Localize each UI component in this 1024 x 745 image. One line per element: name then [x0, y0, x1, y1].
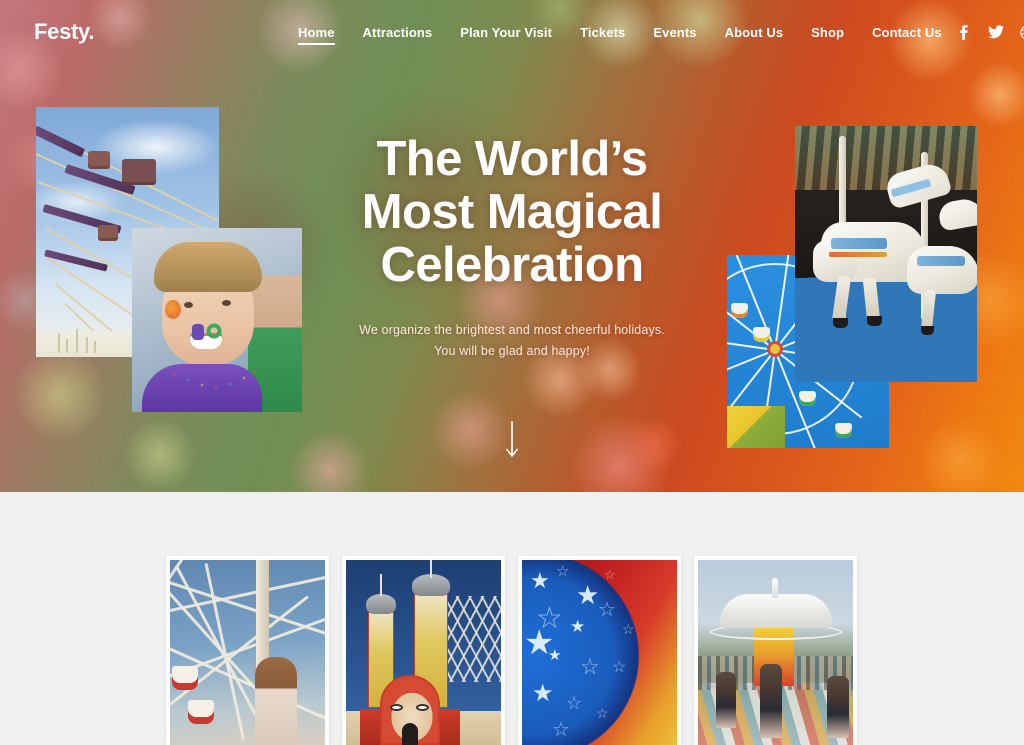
nav-item-contact-us[interactable]: Contact Us	[858, 21, 956, 44]
hero-title-line-3: Celebration	[380, 238, 645, 292]
gallery-item-water-carousel[interactable]	[694, 556, 857, 745]
nav-item-attractions[interactable]: Attractions	[349, 21, 447, 44]
gallery-item-ferris-wheel[interactable]	[166, 556, 329, 745]
facebook-icon[interactable]	[956, 24, 972, 40]
gallery-grid: ★ ☆ ★ ☆ ☆ ★ ☆ ☆ ★ ☆ ☆ ★ ☆ ☆ ☆ ★	[166, 556, 857, 745]
nav-links: Home Attractions Plan Your Visit Tickets…	[284, 21, 956, 45]
nav-item-events[interactable]: Events	[639, 21, 710, 44]
hero-section: Festy. Home Attractions Plan Your Visit …	[0, 0, 1024, 492]
hero-subtitle-line-1: We organize the brightest and most cheer…	[359, 323, 665, 337]
hero-subtitle: We organize the brightest and most cheer…	[0, 320, 1024, 362]
nav-item-tickets[interactable]: Tickets	[566, 21, 639, 44]
scroll-down-arrow-icon[interactable]	[504, 421, 520, 466]
hero-title-line-1: The World’s	[376, 132, 648, 186]
nav-item-shop[interactable]: Shop	[797, 21, 858, 44]
hero-title-line-2: Most Magical	[361, 185, 663, 239]
social-links	[956, 24, 1024, 40]
gallery-section: ★ ☆ ★ ☆ ☆ ★ ☆ ☆ ★ ☆ ☆ ★ ☆ ☆ ☆ ★	[0, 492, 1024, 745]
dribbble-icon[interactable]	[1020, 24, 1024, 40]
gallery-item-luna-park[interactable]	[342, 556, 505, 745]
nav-item-plan-your-visit[interactable]: Plan Your Visit	[446, 21, 566, 44]
hero-title: The World’s Most Magical Celebration	[0, 133, 1024, 292]
top-navigation-bar: Festy. Home Attractions Plan Your Visit …	[0, 0, 1024, 64]
gallery-item-star-balloon[interactable]: ★ ☆ ★ ☆ ☆ ★ ☆ ☆ ★ ☆ ☆ ★ ☆ ☆ ☆ ★	[518, 556, 681, 745]
site-logo[interactable]: Festy.	[34, 19, 284, 45]
hero-subtitle-line-2: You will be glad and happy!	[434, 344, 590, 358]
hero-copy: The World’s Most Magical Celebration We …	[0, 133, 1024, 362]
nav-item-about-us[interactable]: About Us	[711, 21, 798, 44]
nav-item-home[interactable]: Home	[284, 21, 349, 45]
twitter-icon[interactable]	[987, 24, 1004, 40]
